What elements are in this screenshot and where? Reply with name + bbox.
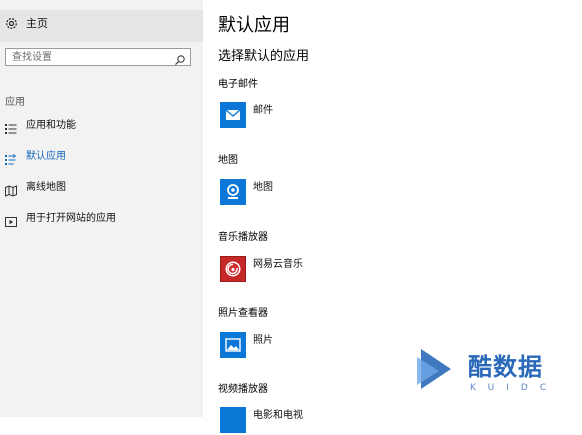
app-name: 网易云音乐: [253, 259, 303, 270]
sidebar-item-label: 用于打开网站的应用: [26, 213, 116, 224]
open-website-icon: [5, 213, 17, 227]
default-app-video[interactable]: 电影和电视: [220, 407, 420, 435]
page-subtitle: 选择默认的应用: [218, 49, 310, 64]
watermark: 酷数据 KUIDC: [413, 343, 573, 413]
watermark-logo-icon: [417, 349, 451, 389]
photos-icon: [220, 332, 246, 358]
category-music-label: 音乐播放器: [218, 232, 268, 243]
movies-tv-icon: [220, 407, 246, 433]
default-app-photos[interactable]: 照片: [220, 332, 420, 360]
list-icon: [5, 120, 17, 134]
category-maps-label: 地图: [218, 155, 238, 166]
sidebar-item-apps-features[interactable]: 应用和功能: [0, 112, 203, 140]
mail-icon: [220, 102, 246, 128]
app-name: 照片: [253, 335, 273, 346]
app-name: 电影和电视: [253, 410, 303, 421]
page-title: 默认应用: [218, 15, 290, 36]
default-app-maps[interactable]: 地图: [220, 179, 420, 207]
home-nav-item[interactable]: 主页: [0, 10, 203, 42]
default-apps-icon: [5, 151, 17, 165]
gear-icon: [5, 17, 18, 30]
sidebar-item-open-websites[interactable]: 用于打开网站的应用: [0, 205, 203, 233]
search-icon[interactable]: [174, 51, 186, 66]
category-photos-label: 照片查看器: [218, 308, 268, 319]
sidebar: 主页 应用 应用和功能 默认应用 离线地图 用于打开网站的应用: [0, 0, 203, 417]
map-icon: [5, 182, 17, 197]
sidebar-item-label: 默认应用: [26, 151, 66, 162]
home-label: 主页: [26, 17, 48, 30]
netease-music-icon: [220, 256, 246, 282]
watermark-text: 酷数据: [468, 353, 543, 381]
app-name: 地图: [253, 182, 273, 193]
app-name: 邮件: [253, 105, 273, 116]
category-email-label: 电子邮件: [218, 79, 258, 90]
sidebar-item-default-apps[interactable]: 默认应用: [0, 143, 203, 171]
search-input[interactable]: [6, 49, 172, 65]
sidebar-item-label: 离线地图: [26, 182, 66, 193]
maps-icon: [220, 179, 246, 205]
watermark-sub: KUIDC: [470, 383, 559, 393]
default-app-music[interactable]: 网易云音乐: [220, 256, 420, 284]
section-label-apps: 应用: [5, 97, 25, 108]
default-app-email[interactable]: 邮件: [220, 102, 420, 130]
category-video-label: 视频播放器: [218, 384, 268, 395]
sidebar-item-label: 应用和功能: [26, 120, 76, 131]
search-box: [5, 48, 191, 66]
sidebar-item-offline-maps[interactable]: 离线地图: [0, 174, 203, 202]
